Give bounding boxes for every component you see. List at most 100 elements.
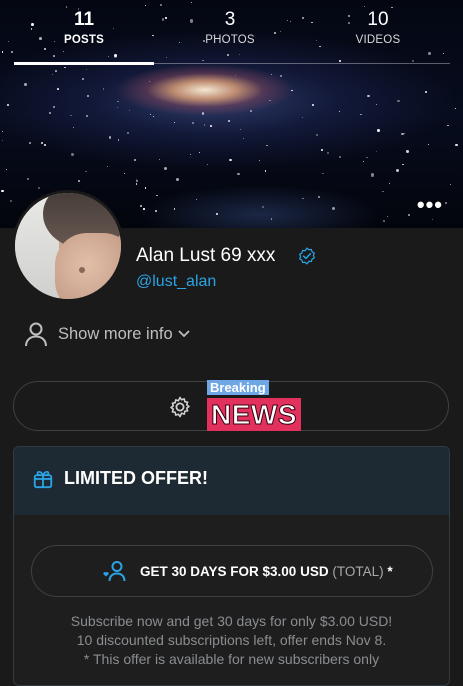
star-dot <box>70 115 72 117</box>
star-dot <box>425 91 428 93</box>
star-dot <box>250 110 253 112</box>
gear-icon[interactable] <box>168 395 192 419</box>
tab-divider <box>154 63 450 64</box>
star-dot <box>454 108 456 110</box>
star-dot <box>201 112 205 115</box>
offer-header: LIMITED OFFER! <box>14 447 449 515</box>
star-dot <box>1 140 4 142</box>
news-label: NEWS <box>207 398 301 431</box>
star-dot <box>149 114 151 116</box>
star-dot <box>338 156 341 158</box>
avatar[interactable] <box>12 190 124 302</box>
star-dot <box>359 113 362 116</box>
star-dot <box>455 143 459 147</box>
star-dot <box>367 94 371 98</box>
star-dot <box>366 156 368 159</box>
videos-label: VIDEOS <box>355 34 401 46</box>
star-dot <box>320 149 323 151</box>
star-dot <box>371 173 375 177</box>
photos-label: PHOTOS <box>205 34 255 46</box>
star-dot <box>44 143 47 146</box>
star-dot <box>124 173 126 175</box>
star-dot <box>56 88 59 90</box>
star-dot <box>326 152 329 155</box>
star-dot <box>242 137 245 140</box>
star-dot <box>38 186 41 189</box>
star-dot <box>397 99 401 103</box>
star-dot <box>216 213 218 215</box>
star-dot <box>23 83 27 87</box>
profile-name: Alan Lust 69 xxx <box>136 245 276 266</box>
profile-stats-tabs: 11 POSTS 3 PHOTOS 10 VIDEOS <box>0 0 463 66</box>
star-dot <box>9 200 12 202</box>
offer-note-line: Subscribe now and get 30 days for only $… <box>70 613 393 629</box>
star-dot <box>1 190 4 193</box>
star-dot <box>332 207 336 211</box>
show-more-info-label: Show more info <box>58 324 173 343</box>
star-dot <box>270 218 273 220</box>
star-dot <box>401 132 404 136</box>
star-dot <box>362 161 364 163</box>
offer-button-star: * <box>387 564 393 579</box>
star-dot <box>106 165 108 167</box>
star-dot <box>55 70 57 72</box>
star-dot <box>5 168 7 170</box>
star-dot <box>203 124 206 126</box>
star-dot <box>158 159 161 161</box>
star-dot <box>431 219 434 221</box>
star-dot <box>52 106 55 109</box>
star-dot <box>70 152 74 156</box>
star-dot <box>262 206 264 209</box>
star-dot <box>427 144 430 146</box>
star-dot <box>407 214 410 216</box>
more-icon[interactable]: ••• <box>417 194 443 216</box>
star-dot <box>259 159 261 161</box>
star-dot <box>7 103 10 106</box>
offer-description: Subscribe now and get 30 days for only $… <box>14 612 449 669</box>
star-dot <box>87 94 89 97</box>
chevron-down-icon <box>178 330 190 338</box>
star-dot <box>404 133 406 135</box>
tab-posts[interactable]: 11 POSTS <box>14 8 154 48</box>
star-dot <box>116 107 118 109</box>
star-dot <box>26 177 29 180</box>
star-dot <box>102 88 105 90</box>
profile-handle[interactable]: @lust_alan <box>136 272 216 292</box>
star-dot <box>383 220 386 223</box>
star-dot <box>173 208 175 210</box>
subscribe-user-icon <box>103 561 126 582</box>
breaking-news-sticker: Breaking NEWS <box>207 380 307 434</box>
gift-icon <box>33 470 53 489</box>
star-dot <box>240 128 242 130</box>
user-icon <box>25 322 47 347</box>
star-dot <box>78 179 80 182</box>
show-more-info[interactable]: Show more info <box>24 320 201 348</box>
star-dot <box>406 150 409 153</box>
star-dot <box>301 116 304 119</box>
star-dot <box>152 116 154 118</box>
star-dot <box>117 100 119 103</box>
limited-offer-card: LIMITED OFFER! GET 30 DAYS FOR $3.00 USD… <box>13 446 450 686</box>
offer-button-label: GET 30 DAYS FOR $3.00 USD (TOTAL) * <box>140 563 393 581</box>
star-dot <box>189 153 191 155</box>
star-dot <box>237 172 240 176</box>
videos-count: 10 <box>367 9 389 30</box>
star-dot <box>156 194 158 197</box>
star-dot <box>280 75 283 78</box>
tab-videos[interactable]: 10 VIDEOS <box>308 8 448 48</box>
tab-photos[interactable]: 3 PHOTOS <box>160 8 300 48</box>
star-dot <box>72 126 75 129</box>
star-dot <box>269 99 271 102</box>
star-dot <box>164 167 168 171</box>
offer-note-line: 10 discounted subscriptions left, offer … <box>76 632 387 648</box>
star-dot <box>445 201 448 204</box>
star-dot <box>377 129 380 132</box>
offer-button-total: (TOTAL) <box>332 564 384 579</box>
star-dot <box>51 74 54 76</box>
star-dot <box>207 163 209 165</box>
star-dot <box>41 142 44 144</box>
star-dot <box>140 205 143 207</box>
star-dot <box>386 215 389 218</box>
star-dot <box>195 199 197 201</box>
offer-subscribe-button[interactable]: GET 30 DAYS FOR $3.00 USD (TOTAL) * <box>31 545 433 597</box>
